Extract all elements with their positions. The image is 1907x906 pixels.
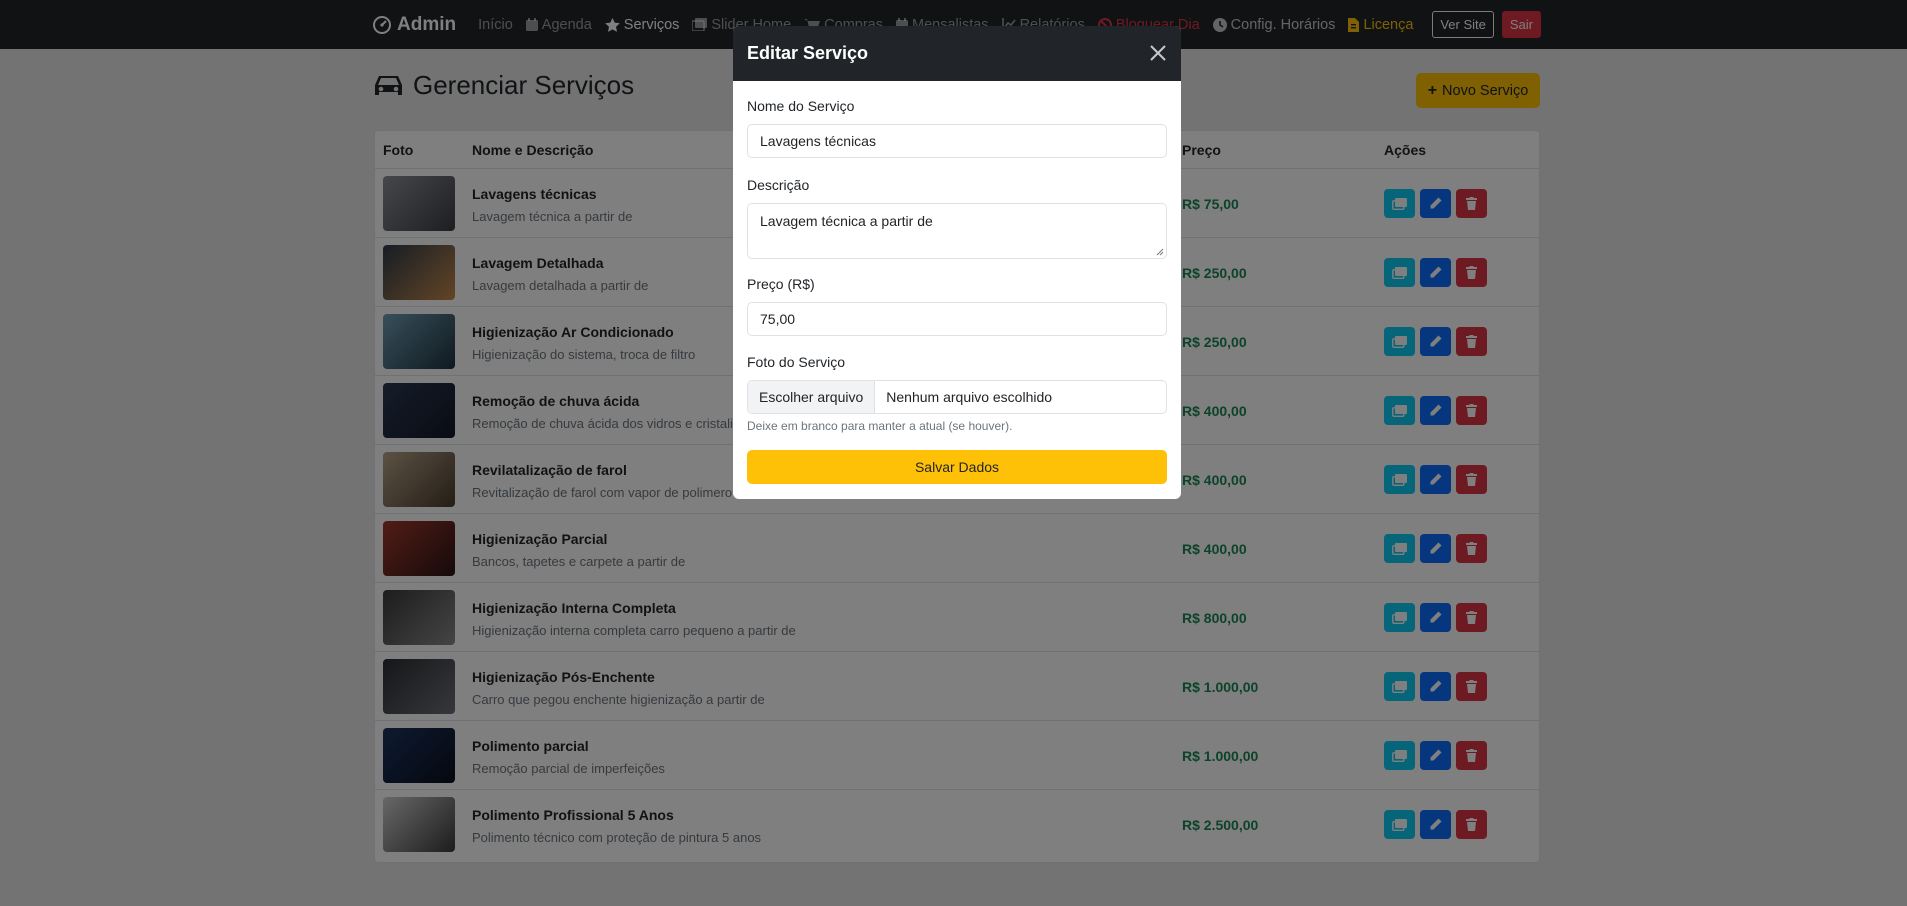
close-icon[interactable] [1149,44,1167,62]
edit-service-modal: Editar Serviço Nome do Serviço Lavagens … [733,26,1181,499]
photo-file-input[interactable]: Escolher arquivo Nenhum arquivo escolhid… [747,380,1167,414]
modal-title: Editar Serviço [747,43,869,63]
save-button[interactable]: Salvar Dados [747,450,1167,484]
photo-help-text: Deixe em branco para manter a atual (se … [747,419,1013,433]
name-input[interactable]: Lavagens técnicas [747,124,1167,158]
choose-file-button[interactable]: Escolher arquivo [748,381,876,413]
price-label: Preço (R$) [747,276,815,292]
photo-label: Foto do Serviço [747,354,846,370]
modal-header: Editar Serviço [733,26,1181,81]
name-label: Nome do Serviço [747,98,855,114]
resize-handle-icon[interactable] [1156,248,1164,256]
description-label: Descrição [747,177,810,193]
description-textarea[interactable]: Lavagem técnica a partir de [747,203,1167,259]
price-input[interactable]: 75,00 [747,302,1167,336]
file-status: Nenhum arquivo escolhido [886,389,1053,405]
description-text: Lavagem técnica a partir de [760,213,933,229]
